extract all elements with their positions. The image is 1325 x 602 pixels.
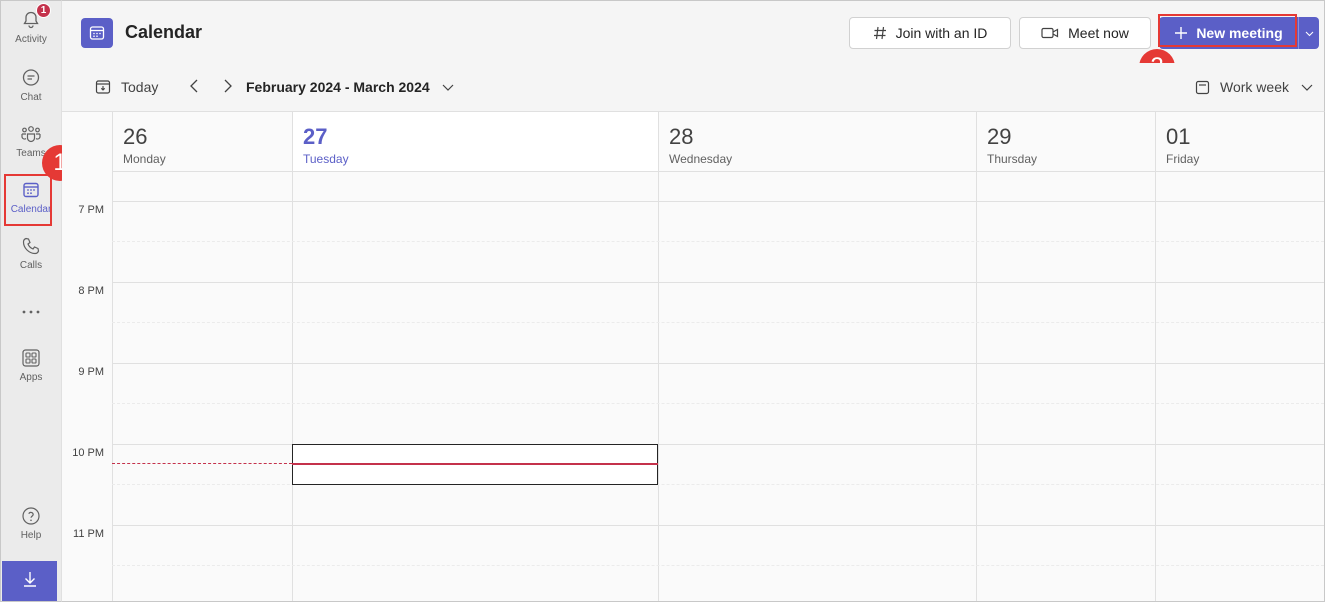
join-with-id-button[interactable]: Join with an ID [849,17,1011,49]
download-icon [21,570,39,593]
calendar-toolbar: Today February 2024 - March 2024 Work we… [62,63,1325,111]
meet-now-label: Meet now [1068,25,1129,41]
notification-badge: 1 [36,3,51,18]
hour-line [112,282,1324,283]
time-label: 9 PM [78,366,104,378]
join-with-id-label: Join with an ID [895,25,988,41]
video-camera-icon [1041,27,1059,39]
day-header-tuesday[interactable]: 27 Tuesday [292,112,658,172]
rail-label: Chat [20,92,42,103]
date-range-picker[interactable]: February 2024 - March 2024 [246,63,454,111]
page-title: Calendar [125,22,203,42]
rail-label: Help [20,530,42,541]
chevron-down-icon [1305,24,1314,42]
calendar-app-icon [81,18,113,48]
view-switcher[interactable]: Work week [1195,63,1313,111]
day-name: Thursday [987,152,1038,166]
chat-icon [20,67,42,89]
day-number: 27 [303,124,328,149]
phone-icon [20,235,42,257]
day-name: Friday [1166,152,1200,166]
calendar-highlight-box [4,174,52,226]
day-number: 29 [987,124,1012,149]
chevron-left-icon [190,79,198,96]
download-button[interactable] [2,561,57,601]
day-number: 28 [669,124,694,149]
rail-label: Activity [15,34,47,45]
column-divider [112,172,113,601]
day-name: Tuesday [303,152,349,166]
day-header-friday[interactable]: 01 Friday [1155,112,1324,172]
more-apps-button[interactable] [1,297,61,325]
calendar-header: Calendar Join with an ID Meet now New me… [62,0,1325,63]
column-divider [1155,172,1156,601]
rail-item-apps[interactable]: Apps [1,343,61,395]
column-divider [658,172,659,601]
day-header-monday[interactable]: 26 Monday [112,112,292,172]
help-icon [20,505,42,527]
rail-label: Calls [19,260,43,271]
current-time-indicator [292,463,658,465]
time-label: 11 PM [73,528,104,540]
apps-icon [20,347,42,369]
chevron-down-icon [442,84,454,91]
column-divider [292,172,293,601]
today-label: Today [121,79,159,95]
week-grid: 26 Monday 27 Tuesday 28 Wednesday 29 Thu… [62,111,1325,602]
meet-now-button[interactable]: Meet now [1019,17,1151,49]
hour-line [112,363,1324,364]
half-hour-line [112,403,1324,404]
hour-line [112,525,1324,526]
rail-item-activity[interactable]: 1 Activity [1,3,61,57]
day-number: 26 [123,124,148,149]
hashtag-icon [873,26,887,40]
more-icon [20,301,42,323]
chevron-right-icon [224,79,232,96]
half-hour-line [112,565,1324,566]
teams-icon [20,123,42,145]
column-divider [976,172,977,601]
new-meeting-highlight-box [1158,14,1297,47]
day-number: 01 [1166,124,1191,149]
bell-icon: 1 [20,3,51,31]
rail-label: Apps [19,372,43,383]
day-name: Monday [123,152,166,166]
time-label: 10 PM [72,447,104,459]
app-rail: 1 Activity Chat Teams Calendar Calls App… [0,0,62,602]
half-hour-line [112,241,1324,242]
time-label: 8 PM [78,285,104,297]
time-label: 7 PM [78,204,104,216]
day-header-wednesday[interactable]: 28 Wednesday [658,112,976,172]
day-header-thursday[interactable]: 29 Thursday [976,112,1155,172]
new-meeting-dropdown-button[interactable] [1299,17,1319,49]
rail-label: Teams [16,148,46,159]
current-time-indicator-past [112,463,292,464]
next-button[interactable] [220,63,236,111]
previous-button[interactable] [186,63,202,111]
hour-line [112,201,1324,202]
rail-item-help[interactable]: Help [1,501,61,553]
date-range-label: February 2024 - March 2024 [246,79,430,95]
view-label: Work week [1220,79,1289,95]
calendar-view-icon [1195,80,1210,95]
half-hour-line [112,322,1324,323]
rail-item-chat[interactable]: Chat [1,63,61,115]
calendar-today-icon [95,79,111,95]
today-button[interactable]: Today [95,63,158,111]
rail-item-calls[interactable]: Calls [1,231,61,283]
day-name: Wednesday [669,152,733,166]
chevron-down-icon [1301,84,1313,91]
